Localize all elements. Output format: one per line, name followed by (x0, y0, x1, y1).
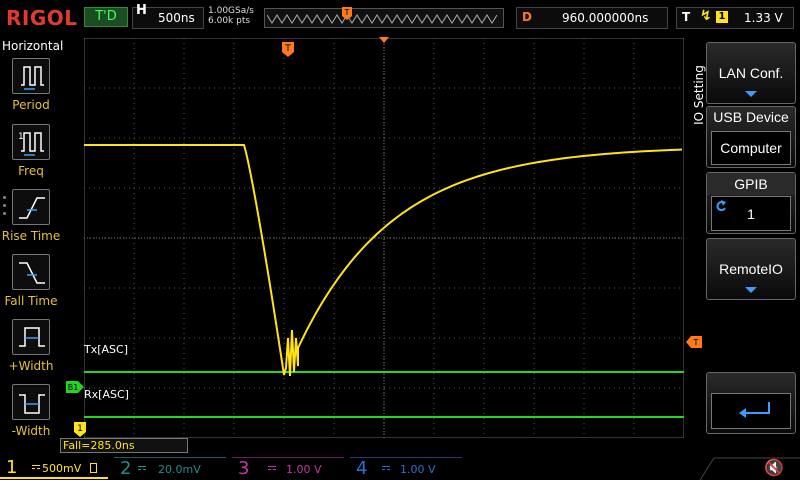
brand-logo: RIGOL (6, 6, 78, 30)
ch2-scale: 20.0mV (158, 463, 201, 476)
chevron-down-icon (745, 287, 757, 293)
trigger-level: 1.33 V (744, 11, 783, 25)
positive-width-icon (19, 327, 45, 347)
tx-label: Tx[ASC] (84, 343, 128, 356)
remote-io-label: RemoteIO (719, 261, 783, 277)
timebase-value: 500ns (158, 11, 195, 25)
return-icon (739, 402, 770, 418)
waveform-canvas (84, 38, 684, 438)
horizontal-key: H (136, 3, 147, 18)
rise-time-icon (19, 197, 45, 219)
dc-coupling-icon (268, 466, 276, 470)
sample-rate: 1.00GSa/s (208, 6, 254, 16)
graticule (84, 38, 684, 438)
ch3-scale: 1.00 V (286, 463, 322, 476)
delay-value: 960.000000ns (562, 11, 649, 25)
center-marker-icon (379, 37, 389, 43)
bandwidth-limit-icon (90, 463, 97, 473)
ch1-trace (84, 144, 683, 377)
rise-time-label: Rise Time (1, 229, 61, 243)
ch3-tab[interactable]: 3 1.00 V (232, 457, 344, 479)
rx-label: Rx[ASC] (84, 388, 129, 401)
waveform-display[interactable]: Tx[ASC] Rx[ASC] (84, 38, 684, 438)
bus-offset-marker-icon[interactable]: B1 (66, 381, 84, 393)
ch3-number: 3 (238, 458, 250, 479)
memory-waveform-icon (267, 14, 498, 24)
svg-text:B1: B1 (68, 383, 79, 392)
trigger-source: 1 (716, 11, 728, 23)
trigger-position-marker-icon[interactable]: T (282, 42, 294, 58)
svg-text:T: T (344, 8, 350, 17)
frequency-label: Freq (18, 164, 44, 178)
memory-overview-bar[interactable]: T (264, 7, 504, 28)
gpib-value-box: 1 (711, 196, 791, 231)
run-status-badge[interactable]: T'D (84, 7, 128, 27)
dc-coupling-icon (382, 466, 390, 470)
dc-coupling-icon (138, 466, 146, 470)
ch1-scale: 500mV (42, 462, 82, 475)
period-label: Period (12, 98, 50, 112)
dc-coupling-icon (32, 465, 40, 469)
positive-width-button[interactable] (12, 319, 50, 355)
svg-text:1: 1 (77, 424, 83, 434)
chevron-down-icon (745, 91, 757, 97)
measure-menu: Horizontal Period 1 Freq Rise Time Fall … (0, 36, 64, 456)
gpib-value: 1 (747, 206, 755, 222)
positive-width-label: +Width (8, 359, 54, 373)
usb-device-value-box: Computer (711, 131, 791, 165)
fall-time-button[interactable] (12, 254, 50, 290)
ch4-scale: 1.00 V (400, 463, 436, 476)
period-button[interactable] (12, 58, 50, 94)
speaker-muted-icon[interactable]: 🔇 (764, 458, 784, 477)
ch4-tab[interactable]: 4 1.00 V (350, 457, 462, 479)
negative-width-icon (19, 394, 45, 414)
ch1-number: 1 (6, 457, 18, 478)
svg-text:1: 1 (18, 132, 24, 142)
frequency-button[interactable]: 1 (12, 124, 50, 160)
svg-text:T: T (284, 44, 291, 54)
measure-menu-title: Horizontal (2, 39, 64, 53)
frequency-icon: 1 (18, 132, 44, 156)
usb-device-label: USB Device (713, 109, 789, 125)
falling-edge-icon: ↯ (700, 8, 712, 24)
period-icon (21, 66, 44, 90)
ch2-number: 2 (120, 458, 132, 479)
bottom-right-panel (700, 457, 800, 480)
memory-trigger-marker-icon: T (342, 7, 352, 20)
trigger-key: T (682, 10, 691, 24)
lan-conf-label: LAN Conf. (718, 65, 784, 81)
back-button-inner (711, 393, 791, 429)
io-setting-menu: IO Setting LAN Conf. USB Device Computer… (690, 36, 800, 456)
menu-page-indicator (3, 196, 6, 220)
lan-conf-button[interactable]: LAN Conf. (706, 42, 796, 104)
usb-device-value: Computer (720, 140, 782, 156)
channel-bar: 1 500mV 2 20.0mV 3 1.00 V 4 1.00 V (0, 456, 800, 480)
remote-io-button[interactable]: RemoteIO (706, 238, 796, 300)
io-setting-title: IO Setting (692, 65, 706, 125)
gpib-button[interactable]: GPIB 1 (706, 172, 796, 234)
gpib-label: GPIB (707, 173, 795, 195)
ch4-number: 4 (356, 458, 368, 479)
usb-device-button[interactable]: USB Device Computer (706, 106, 796, 168)
fall-time-label: Fall Time (4, 294, 58, 308)
rise-time-button[interactable] (12, 189, 50, 225)
ch1-offset-marker-icon[interactable]: 1 (74, 422, 86, 438)
status-bar: RIGOL T'D H 500ns 1.00GSa/s 6.00k pts T … (0, 0, 800, 36)
negative-width-button[interactable] (12, 384, 50, 420)
back-button[interactable] (706, 372, 796, 434)
memory-depth: 6.00k pts (208, 16, 251, 26)
fall-time-icon (19, 262, 45, 284)
fall-time-measurement: Fall=285.0ns (60, 438, 188, 453)
delay-key: D (522, 10, 532, 24)
negative-width-label: -Width (11, 424, 51, 438)
ch2-tab[interactable]: 2 20.0mV (114, 457, 226, 479)
ch1-tab[interactable]: 1 500mV (0, 457, 108, 479)
acquisition-info: 1.00GSa/s 6.00k pts (208, 6, 254, 26)
